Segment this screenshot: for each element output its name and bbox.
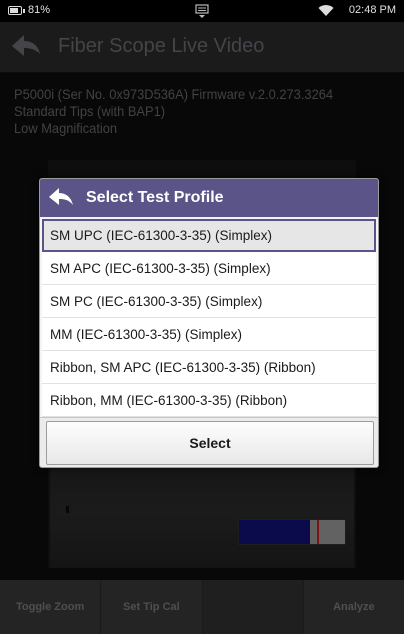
profile-list: SM UPC (IEC-61300-3-35) (Simplex) SM APC… (42, 219, 376, 417)
battery-icon (8, 6, 25, 15)
bottom-toolbar: Toggle Zoom Set Tip Cal Analyze (0, 580, 404, 634)
profile-item-label: SM PC (IEC-61300-3-35) (Simplex) (50, 294, 263, 309)
profile-item-label: SM UPC (IEC-61300-3-35) (Simplex) (50, 228, 273, 243)
profile-item[interactable]: Ribbon, MM (IEC-61300-3-35) (Ribbon) (42, 384, 376, 417)
battery-fill (10, 8, 18, 13)
dialog-header: Select Test Profile (40, 179, 378, 217)
notification-icon (195, 4, 209, 18)
profile-item-label: SM APC (IEC-61300-3-35) (Simplex) (50, 261, 271, 276)
profile-item[interactable]: SM APC (IEC-61300-3-35) (Simplex) (42, 252, 376, 285)
screen: 81% 02:48 PM Fiber Scope Live Video P500… (0, 0, 404, 634)
select-button[interactable]: Select (46, 421, 374, 465)
select-test-profile-dialog: Select Test Profile SM UPC (IEC-61300-3-… (39, 178, 379, 468)
profile-item-label: Ribbon, MM (IEC-61300-3-35) (Ribbon) (50, 393, 288, 408)
profile-item[interactable]: SM PC (IEC-61300-3-35) (Simplex) (42, 285, 376, 318)
status-bar: 81% 02:48 PM (0, 0, 404, 22)
toggle-zoom-button[interactable]: Toggle Zoom (0, 580, 102, 634)
analyze-button[interactable]: Analyze (304, 580, 404, 634)
profile-item-label: Ribbon, SM APC (IEC-61300-3-35) (Ribbon) (50, 360, 316, 375)
dialog-footer: Select (40, 417, 378, 467)
clock: 02:48 PM (348, 4, 396, 16)
profile-item[interactable]: SM UPC (IEC-61300-3-35) (Simplex) (42, 219, 376, 252)
back-arrow-icon[interactable] (46, 185, 76, 211)
blank-toolbar-button[interactable] (202, 580, 304, 634)
profile-item[interactable]: Ribbon, SM APC (IEC-61300-3-35) (Ribbon) (42, 351, 376, 384)
dialog-title: Select Test Profile (86, 189, 224, 206)
wifi-icon (318, 5, 334, 17)
set-tip-cal-button[interactable]: Set Tip Cal (101, 580, 203, 634)
profile-item[interactable]: MM (IEC-61300-3-35) (Simplex) (42, 318, 376, 351)
profile-item-label: MM (IEC-61300-3-35) (Simplex) (50, 327, 243, 342)
battery-percent: 81% (28, 4, 51, 16)
